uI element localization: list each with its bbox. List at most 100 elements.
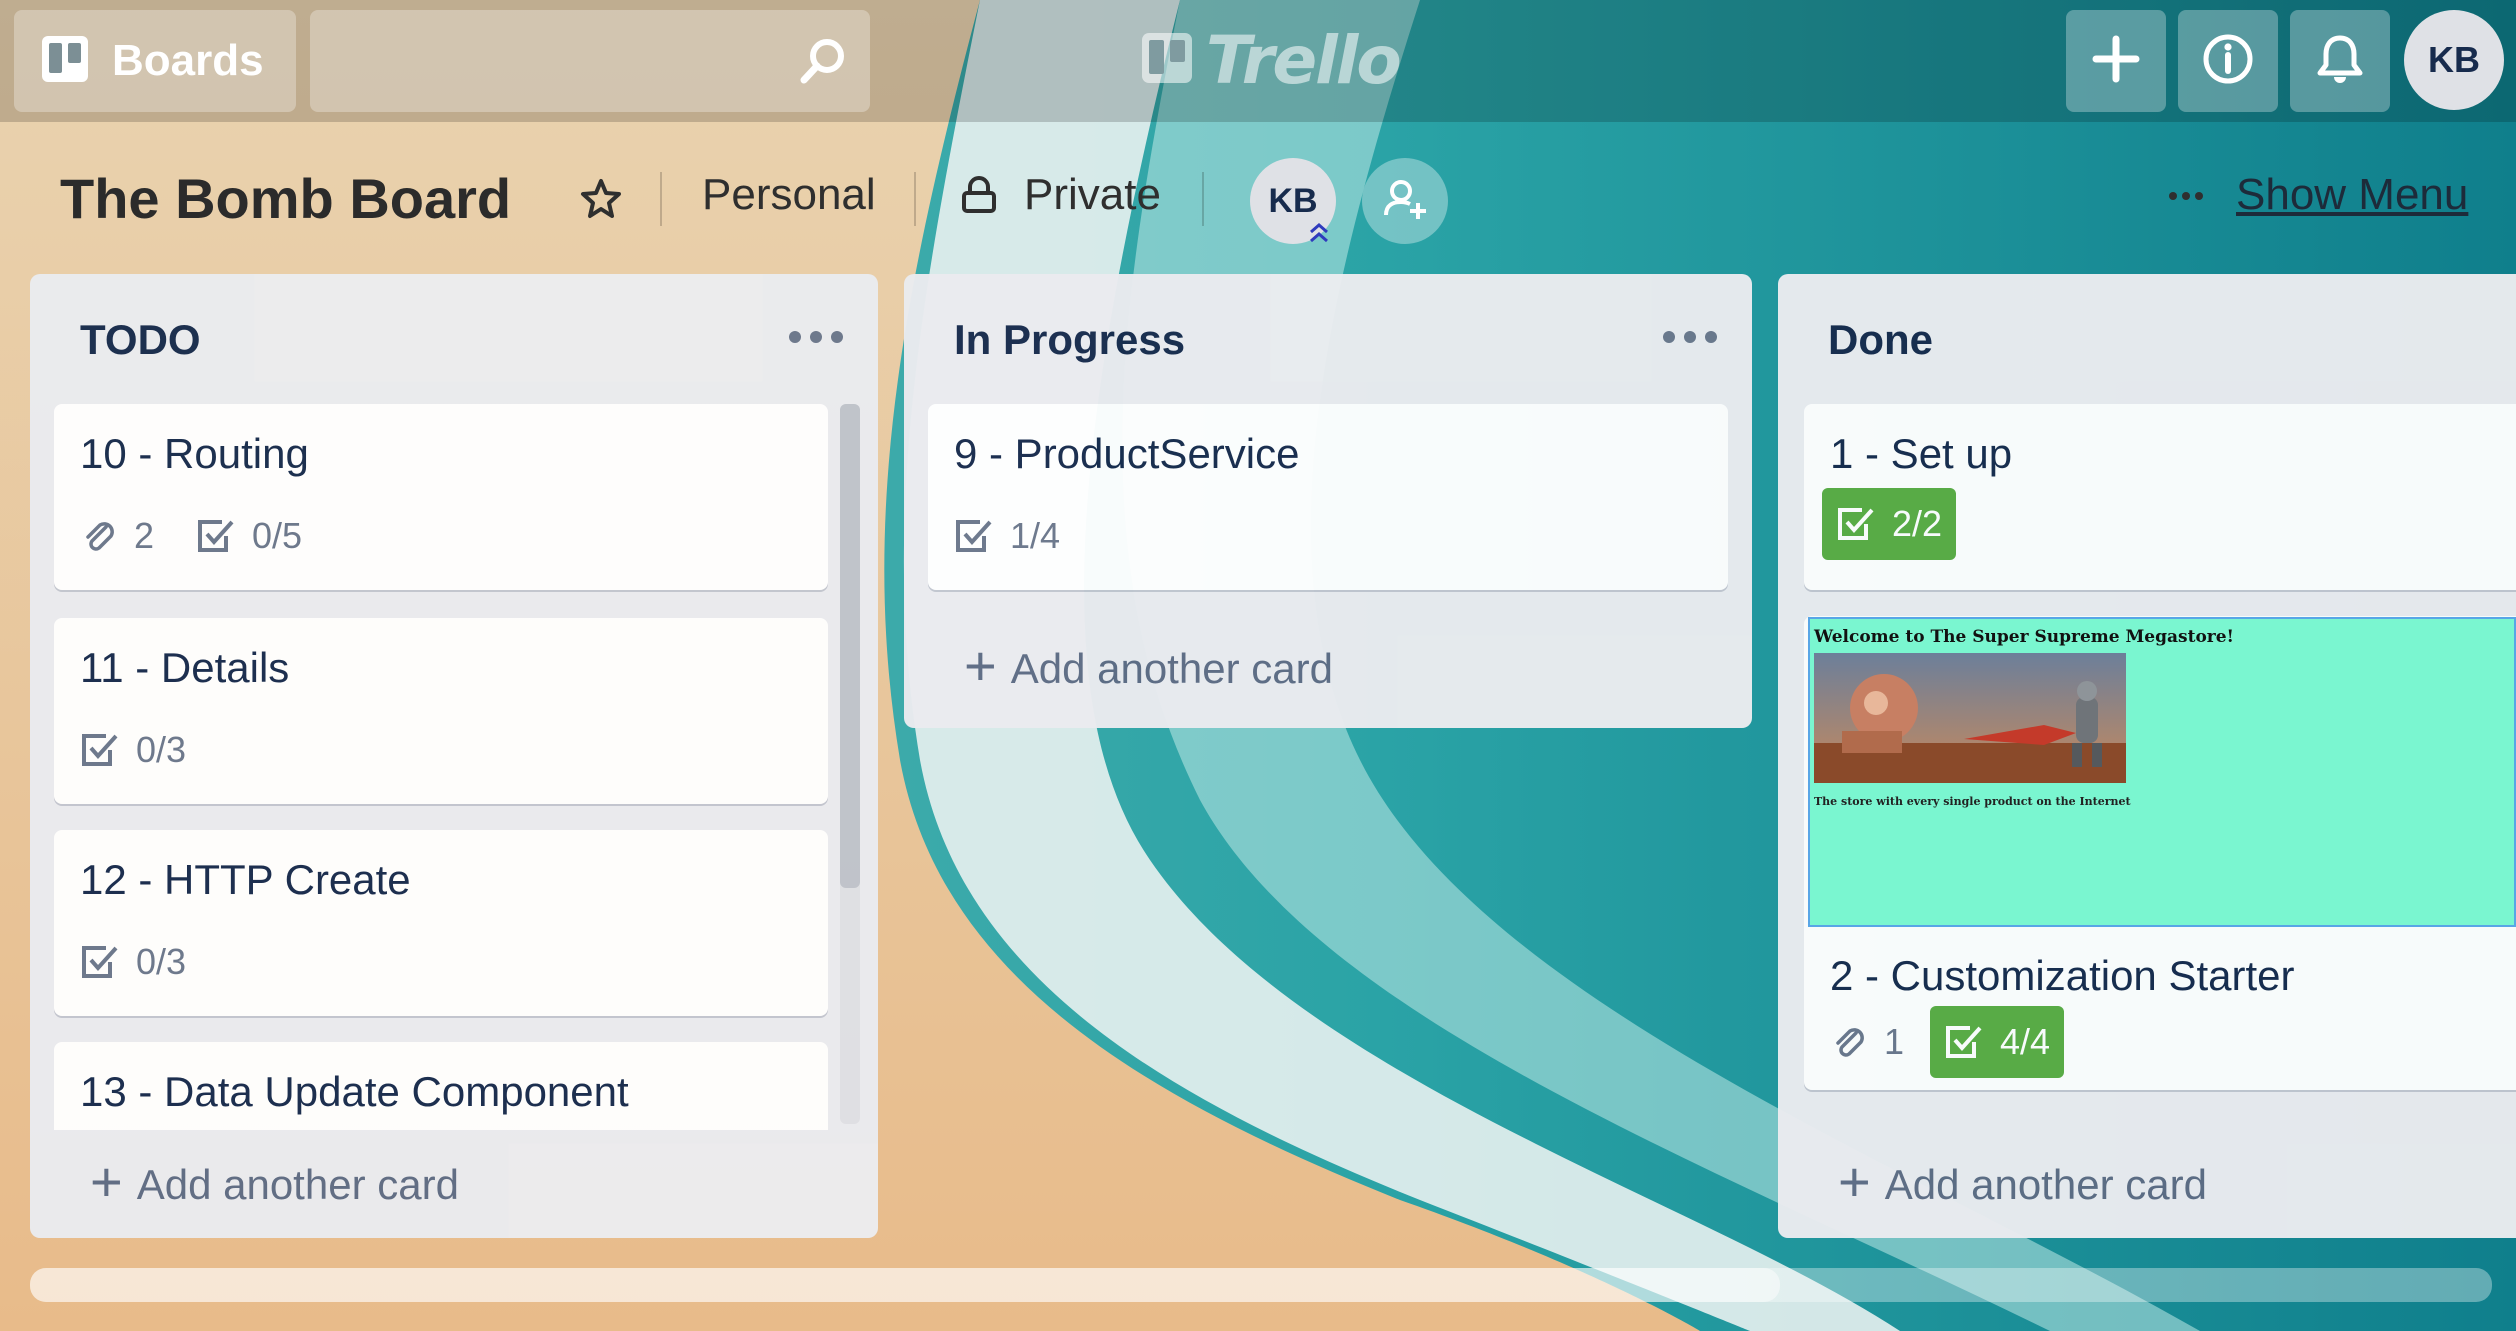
boards-label: Boards — [112, 36, 264, 85]
user-initials: KB — [2428, 39, 2480, 80]
member-initials: KB — [1268, 181, 1318, 220]
attachment-count: 2 — [134, 515, 155, 556]
card-title: 11 - Details — [80, 644, 290, 691]
add-card-button[interactable]: + Add another card — [1838, 1154, 2207, 1210]
info-icon — [2201, 32, 2255, 91]
search-input[interactable] — [310, 10, 870, 112]
card-http-create[interactable]: 12 - HTTP Create 0/3 — [54, 830, 828, 1016]
board-horizontal-scrollbar[interactable] — [30, 1268, 2492, 1302]
card-badges: 0/3 — [80, 722, 228, 778]
card-badges: 2 0/5 — [80, 508, 344, 564]
show-menu-link[interactable]: Show Menu — [2236, 170, 2468, 220]
more-icon[interactable] — [2168, 188, 2204, 206]
checklist-badge: 1/4 — [954, 515, 1060, 557]
boards-button[interactable]: Boards — [14, 10, 296, 112]
checklist-icon — [82, 734, 118, 766]
add-person-icon — [1381, 175, 1429, 228]
attachment-badge: 1 — [1830, 1021, 1904, 1063]
plus-icon: + — [90, 1150, 123, 1213]
create-button[interactable] — [2066, 10, 2166, 112]
checklist-badge: 0/3 — [80, 941, 186, 983]
visibility-label: Private — [1024, 170, 1161, 219]
list-title[interactable]: In Progress — [954, 316, 1185, 364]
checklist-count: 4/4 — [2000, 1021, 2051, 1062]
checklist-count: 1/4 — [1010, 515, 1061, 556]
board-header: The Bomb Board Personal Private KB Show … — [0, 122, 2516, 272]
card-set-up[interactable]: 1 - Set up 2/2 — [1804, 404, 2516, 590]
card-routing[interactable]: 10 - Routing 2 0/5 — [54, 404, 828, 590]
cover-subtext: The store with every single product on t… — [1814, 795, 2131, 808]
board-scrollbar-thumb[interactable] — [30, 1268, 1780, 1302]
header-divider — [1202, 172, 1204, 226]
paperclip-icon — [86, 522, 114, 551]
list-title[interactable]: Done — [1828, 316, 1933, 364]
card-badges: 2/2 — [1822, 488, 1998, 560]
list-scrollbar-thumb[interactable] — [840, 404, 860, 888]
card-product-service[interactable]: 9 - ProductService 1/4 — [928, 404, 1728, 590]
board-title[interactable]: The Bomb Board — [60, 166, 511, 231]
checklist-icon — [198, 520, 234, 552]
card-title: 9 - ProductService — [954, 430, 1300, 477]
checklist-count: 0/5 — [252, 515, 303, 556]
card-title: 2 - Customization Starter — [1830, 952, 2295, 999]
search-icon[interactable] — [798, 36, 848, 91]
checklist-count: 2/2 — [1892, 503, 1943, 544]
card-details[interactable]: 11 - Details 0/3 — [54, 618, 828, 804]
bell-icon — [2313, 32, 2367, 91]
card-title: 13 - Data Update Component — [80, 1068, 629, 1115]
user-avatar[interactable]: KB — [2404, 10, 2504, 110]
invite-member-button[interactable] — [1362, 158, 1448, 244]
add-card-button[interactable]: + Add another card — [90, 1154, 459, 1210]
checklist-icon — [1946, 1026, 1982, 1058]
admin-chevron-icon — [1306, 220, 1332, 251]
checklist-icon — [1838, 508, 1874, 540]
add-card-label: Add another card — [1010, 645, 1333, 692]
plus-icon — [2091, 34, 2141, 89]
star-icon[interactable] — [580, 178, 622, 225]
card-badges: 0/3 — [80, 934, 228, 990]
paperclip-icon — [1836, 1028, 1864, 1057]
checklist-badge: 0/5 — [196, 515, 302, 557]
trello-logo-icon — [1140, 31, 1194, 90]
card-badges: 1/4 — [954, 508, 1102, 564]
plus-icon: + — [964, 634, 997, 697]
card-data-update[interactable]: 13 - Data Update Component — [54, 1042, 828, 1130]
checklist-badge: 0/3 — [80, 729, 186, 771]
attachment-count: 1 — [1884, 1021, 1905, 1062]
header-divider — [914, 172, 916, 226]
card-cover-image[interactable]: Welcome to The Super Supreme Megastore! … — [1808, 617, 2516, 927]
list-in-progress: In Progress 9 - ProductService 1/4 + Add… — [904, 274, 1752, 728]
card-title: 1 - Set up — [1830, 430, 2013, 477]
add-card-button[interactable]: + Add another card — [964, 638, 1333, 694]
attachment-badge: 2 — [80, 515, 154, 557]
add-card-label: Add another card — [136, 1161, 459, 1208]
list-title[interactable]: TODO — [80, 316, 201, 364]
checklist-count: 0/3 — [136, 941, 187, 982]
list-scrollbar[interactable] — [840, 404, 860, 1124]
information-button[interactable] — [2178, 10, 2278, 112]
boards-icon — [40, 34, 90, 89]
cover-picture — [1814, 653, 2126, 783]
notifications-button[interactable] — [2290, 10, 2390, 112]
checklist-icon — [82, 946, 118, 978]
checklist-count: 0/3 — [136, 729, 187, 770]
lock-icon — [960, 175, 998, 215]
checklist-complete-badge: 4/4 — [1930, 1006, 2065, 1078]
list-todo: TODO 10 - Routing 2 0/5 11 - Details 0/3… — [30, 274, 878, 1238]
top-header: Boards Trello KB — [0, 0, 2516, 122]
plus-icon: + — [1838, 1150, 1871, 1213]
visibility-button[interactable]: Private — [960, 170, 1161, 220]
list-menu-icon[interactable] — [788, 330, 844, 349]
header-divider — [660, 172, 662, 226]
card-title: 12 - HTTP Create — [80, 856, 411, 903]
checklist-complete-badge: 2/2 — [1822, 488, 1957, 560]
card-title: 10 - Routing — [80, 430, 309, 477]
cover-heading: Welcome to The Super Supreme Megastore! — [1814, 627, 2235, 647]
trello-logo-text: Trello — [1206, 21, 1402, 99]
checklist-icon — [956, 520, 992, 552]
search-box[interactable] — [310, 10, 870, 112]
list-menu-icon[interactable] — [1662, 330, 1718, 349]
team-button[interactable]: Personal — [702, 170, 876, 220]
trello-logo[interactable]: Trello — [1140, 21, 1402, 99]
card-badges: 1 4/4 — [1830, 1006, 2106, 1078]
